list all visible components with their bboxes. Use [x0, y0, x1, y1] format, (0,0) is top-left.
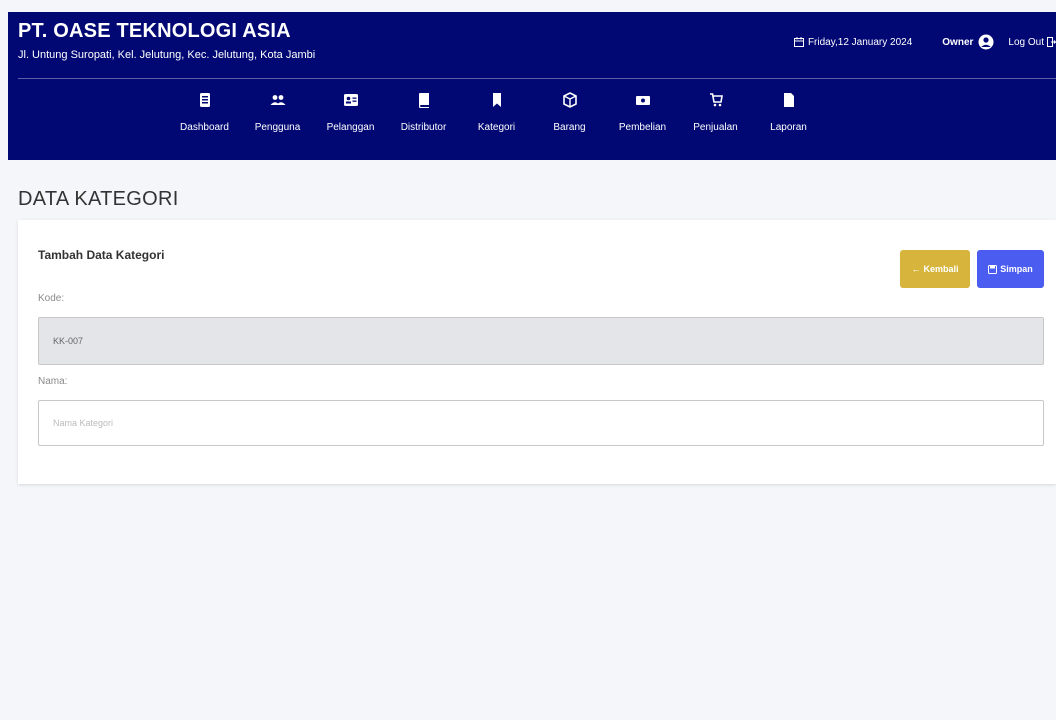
book-icon	[418, 93, 429, 108]
box-icon	[562, 92, 577, 108]
back-button-label: Kembali	[923, 264, 959, 274]
users-icon	[270, 95, 285, 105]
logout-button[interactable]: Log Out	[1008, 37, 1056, 48]
nama-label: Nama:	[38, 376, 68, 387]
user-menu[interactable]: Owner	[942, 34, 994, 50]
nav-item-penjualan[interactable]: Penjualan	[679, 92, 752, 133]
header-divider	[18, 78, 1056, 79]
money-icon	[635, 96, 650, 105]
arrow-left-icon: ←	[911, 264, 921, 274]
nav-label: Dashboard	[180, 122, 229, 133]
main-nav: Dashboard Pengguna Pelanggan Distributor…	[168, 92, 825, 133]
nav-item-dashboard[interactable]: Dashboard	[168, 92, 241, 133]
nav-item-pelanggan[interactable]: Pelanggan	[314, 92, 387, 133]
nav-label: Distributor	[400, 122, 447, 133]
id-card-icon	[343, 94, 358, 106]
save-button-label: Simpan	[1000, 264, 1033, 274]
form-title: Tambah Data Kategori	[38, 248, 165, 262]
form-card: Tambah Data Kategori ← Kembali Simpan Ko…	[18, 220, 1056, 484]
floppy-disk-icon	[988, 264, 998, 274]
nav-item-laporan[interactable]: Laporan	[752, 92, 825, 133]
nav-label: Penjualan	[693, 122, 738, 133]
nama-input[interactable]: Nama Kategori	[38, 400, 1044, 446]
nav-item-pembelian[interactable]: Pembelian	[606, 92, 679, 133]
file-icon	[199, 93, 210, 107]
back-button[interactable]: ← Kembali	[900, 250, 970, 288]
nav-label: Pengguna	[254, 122, 301, 133]
user-role: Owner	[942, 36, 974, 48]
document-icon	[783, 93, 794, 107]
logout-icon	[1047, 37, 1056, 47]
bookmark-icon	[492, 93, 501, 107]
nav-label: Pelanggan	[326, 122, 375, 133]
calendar-icon	[793, 37, 804, 47]
company-address: Jl. Untung Suropati, Kel. Jelutung, Kec.…	[18, 49, 316, 61]
cart-icon	[709, 93, 723, 107]
nav-item-distributor[interactable]: Distributor	[387, 92, 460, 133]
nav-label: Kategori	[477, 122, 516, 133]
kode-label: Kode:	[38, 293, 65, 304]
nav-item-kategori[interactable]: Kategori	[460, 92, 533, 133]
logout-label: Log Out	[1008, 36, 1044, 48]
save-button[interactable]: Simpan	[977, 250, 1044, 288]
company-name: PT. OASE TEKNOLOGI ASIA	[18, 20, 291, 42]
nav-item-pengguna[interactable]: Pengguna	[241, 92, 314, 133]
nav-label: Laporan	[770, 122, 807, 133]
nav-label: Pembelian	[618, 122, 667, 133]
user-circle-icon	[978, 34, 994, 50]
nav-item-barang[interactable]: Barang	[533, 92, 606, 133]
date-text: Friday,12 January 2024	[807, 36, 913, 48]
top-header: PT. OASE TEKNOLOGI ASIA Jl. Untung Surop…	[8, 12, 1056, 160]
page-title: DATA KATEGORI	[18, 188, 179, 210]
header-actions: Friday,12 January 2024 Owner Log Out	[793, 34, 1056, 50]
kode-field[interactable]: KK-007	[38, 317, 1044, 365]
nav-label: Barang	[553, 122, 586, 133]
brand: PT. OASE TEKNOLOGI ASIA Jl. Untung Surop…	[18, 20, 315, 61]
date-display: Friday,12 January 2024	[793, 36, 913, 48]
